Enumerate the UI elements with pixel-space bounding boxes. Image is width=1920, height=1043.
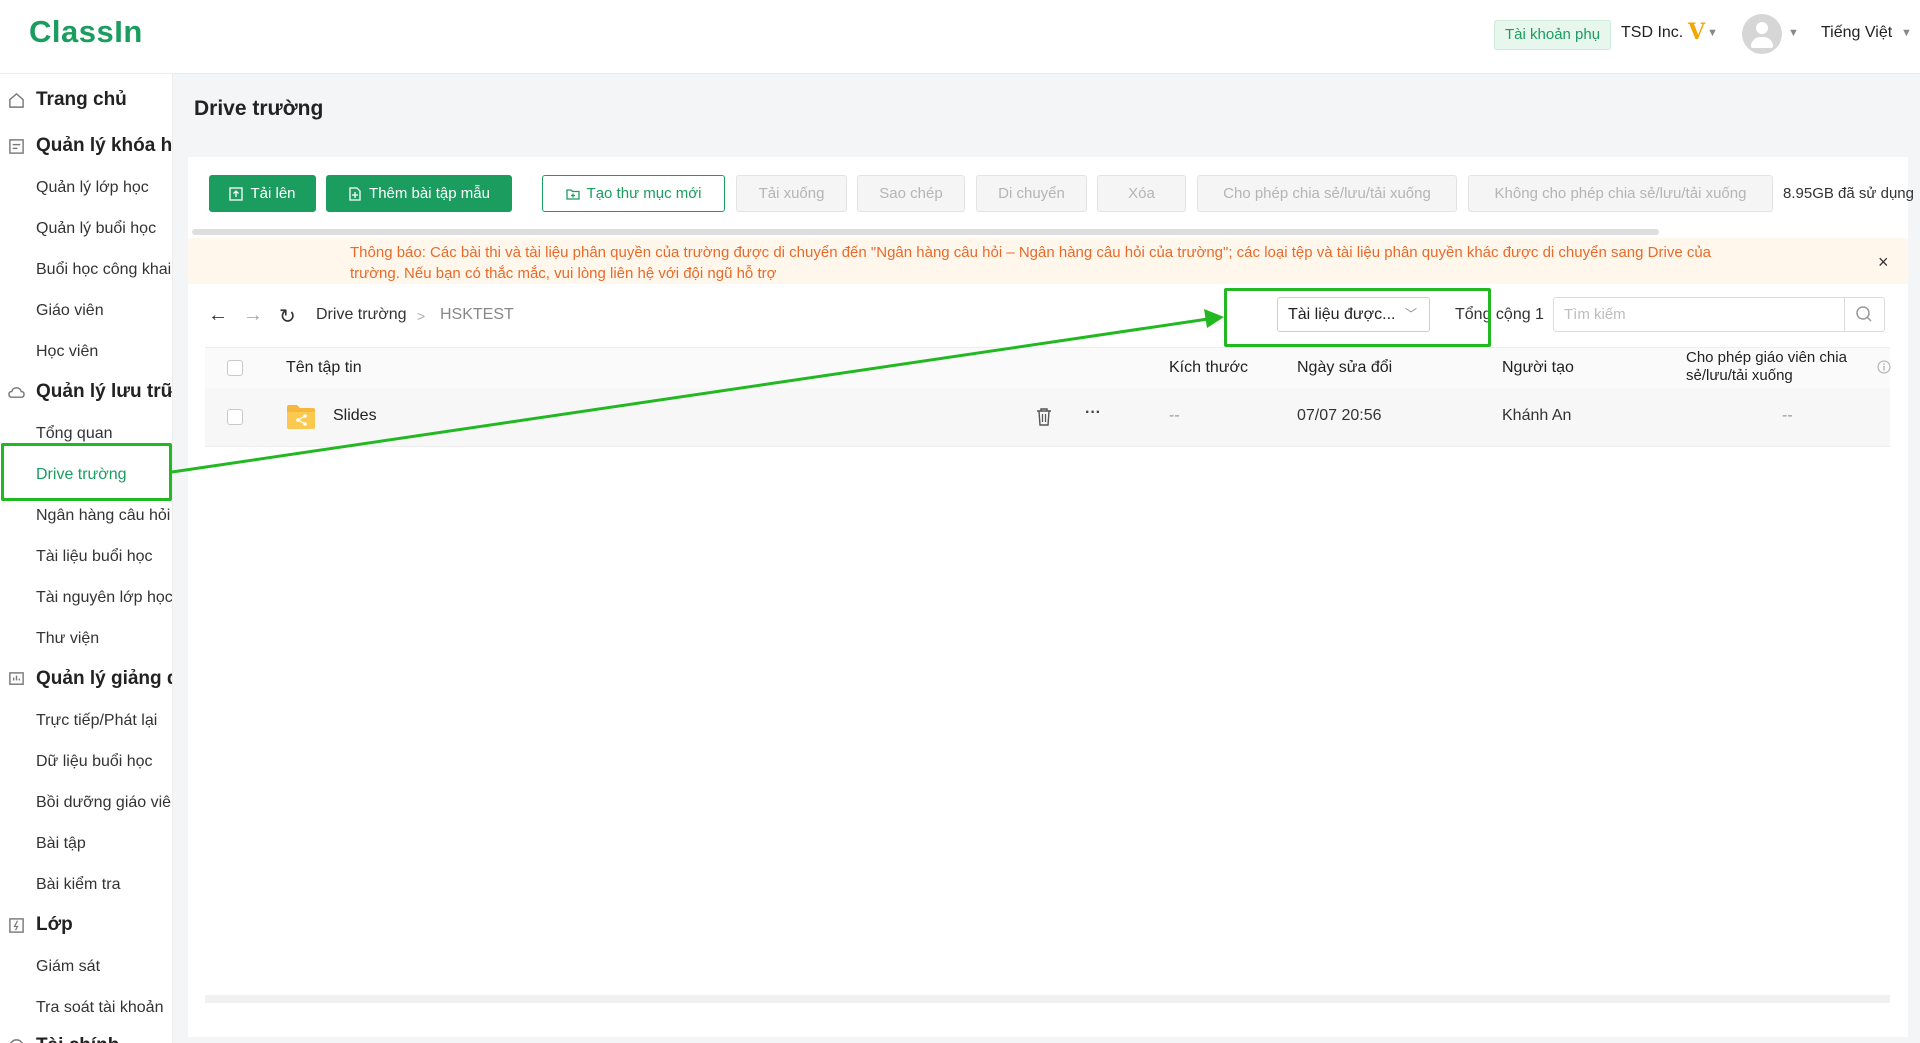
- annotation-arrow: [171, 309, 1224, 474]
